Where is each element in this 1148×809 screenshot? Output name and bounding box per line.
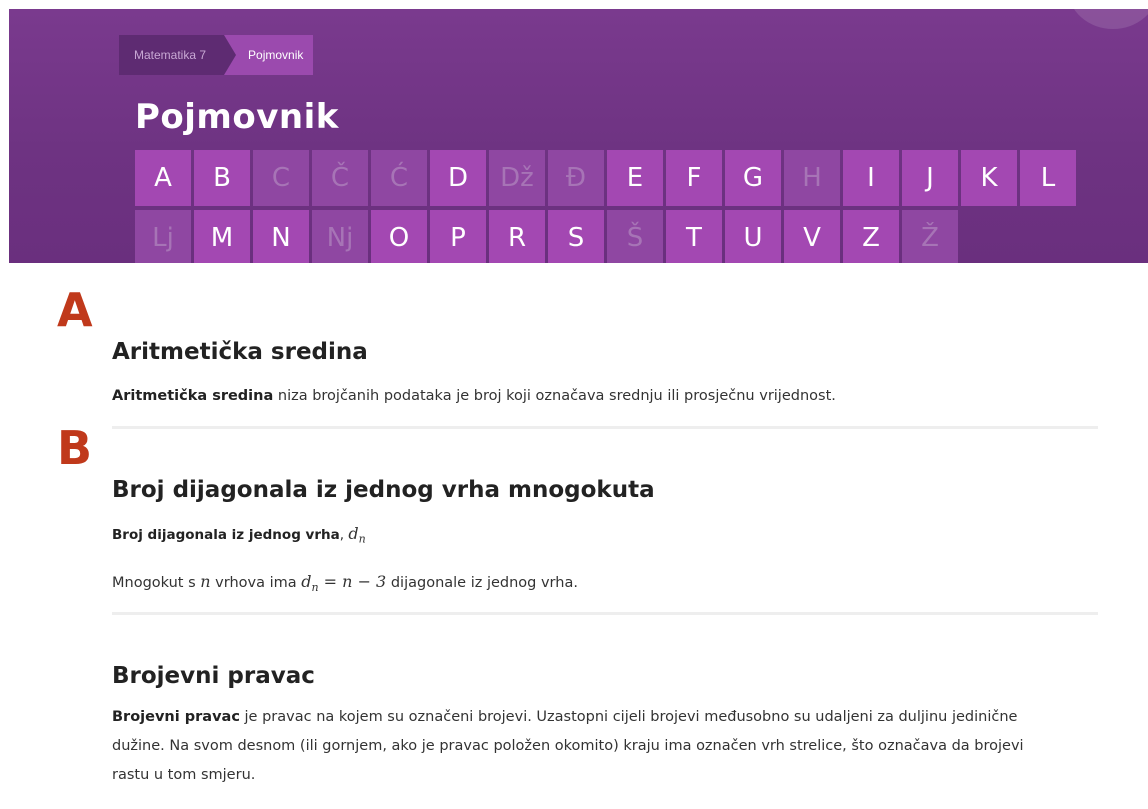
term-bold: Broj dijagonala iz jednog vrha: [112, 527, 340, 543]
decorative-circle: [1068, 9, 1148, 29]
term-definition: Aritmetička sredina niza brojčanih podat…: [112, 382, 1098, 411]
letter-ž-button: Ž: [902, 210, 958, 263]
glossary-term-brojevni-pravac: Brojevni pravac Brojevni pravac je prava…: [112, 663, 1098, 790]
letter-č-button: Č: [312, 150, 368, 206]
term-text: Mnogokut s: [112, 574, 201, 591]
letter-lj-button: Lj: [135, 210, 191, 263]
term-bold: Aritmetička sredina: [112, 388, 274, 404]
letter-u-button[interactable]: U: [725, 210, 781, 263]
glossary-term-aritmeticka-sredina: Aritmetička sredina Aritmetička sredina …: [112, 339, 1098, 411]
alphabet-index: A B C Č Ć D Dž Đ E F G H I J K L Lj M N Nj O P R S Š T U V Z Ž: [135, 150, 1076, 263]
letter-g-button[interactable]: G: [725, 150, 781, 206]
letter-a-button[interactable]: A: [135, 150, 191, 206]
letter-v-button[interactable]: V: [784, 210, 840, 263]
breadcrumb-current: Pojmovnik: [224, 35, 314, 75]
term-text: je pravac na kojem su označeni brojevi. …: [239, 709, 1018, 725]
letter-nj-button: Nj: [312, 210, 368, 263]
breadcrumb-parent-link[interactable]: Matematika 7: [119, 35, 237, 75]
letter-t-button[interactable]: T: [666, 210, 722, 263]
term-text: dijagonale iz jednog vrha.: [386, 574, 578, 591]
letter-n-button[interactable]: N: [253, 210, 309, 263]
letter-dž-button: Dž: [489, 150, 545, 206]
math-formula: = n − 3: [318, 571, 387, 591]
term-bold: Brojevni pravac: [112, 709, 240, 725]
page-header: Matematika 7 Pojmovnik Pojmovnik ABCČĆDD…: [9, 9, 1148, 263]
page-title: Pojmovnik: [135, 97, 339, 137]
section-letter-b: B: [57, 421, 93, 475]
math-sub: n: [311, 580, 319, 594]
letter-đ-button: Đ: [548, 150, 604, 206]
term-title: Brojevni pravac: [112, 663, 315, 689]
letter-b-button[interactable]: B: [194, 150, 250, 206]
letter-m-button[interactable]: M: [194, 210, 250, 263]
letter-f-button[interactable]: F: [666, 150, 722, 206]
term-definition: Brojevni pravac je pravac na kojem su oz…: [112, 703, 1098, 790]
term-text: rastu u tom smjeru.: [112, 767, 256, 783]
letter-ć-button: Ć: [371, 150, 427, 206]
math-formula: d: [301, 571, 312, 591]
math-d: d: [348, 524, 359, 543]
letter-i-button[interactable]: I: [843, 150, 899, 206]
breadcrumb: Matematika 7 Pojmovnik: [119, 35, 314, 75]
math-sub: n: [358, 532, 366, 546]
letter-s-button[interactable]: S: [548, 210, 604, 263]
letter-h-button: H: [784, 150, 840, 206]
term-text: niza brojčanih podataka je broj koji ozn…: [273, 388, 836, 404]
section-letter-a: A: [57, 283, 93, 337]
letter-l-button[interactable]: L: [1020, 150, 1076, 206]
glossary-term-broj-dijagonala: Broj dijagonala iz jednog vrha mnogokuta…: [112, 477, 1098, 602]
letter-j-button[interactable]: J: [902, 150, 958, 206]
term-text: vrhova ima: [210, 574, 302, 591]
term-text: dužine. Na svom desnom (ili gornjem, ako…: [112, 738, 1024, 754]
letter-o-button[interactable]: O: [371, 210, 427, 263]
letter-d-button[interactable]: D: [430, 150, 486, 206]
term-definition: Mnogokut s n vrhova ima dn = n − 3 dijag…: [112, 567, 1098, 602]
divider: [112, 612, 1098, 615]
letter-k-button[interactable]: K: [961, 150, 1017, 206]
letter-r-button[interactable]: R: [489, 210, 545, 263]
math-n: n: [200, 571, 211, 591]
letter-š-button: Š: [607, 210, 663, 263]
letter-p-button[interactable]: P: [430, 210, 486, 263]
term-subtitle: Broj dijagonala iz jednog vrha, dn: [112, 519, 1098, 554]
term-title: Broj dijagonala iz jednog vrha mnogokuta: [112, 477, 655, 503]
letter-z-button[interactable]: Z: [843, 210, 899, 263]
divider: [112, 426, 1098, 429]
term-title: Aritmetička sredina: [112, 339, 368, 365]
letter-e-button[interactable]: E: [607, 150, 663, 206]
letter-c-button: C: [253, 150, 309, 206]
